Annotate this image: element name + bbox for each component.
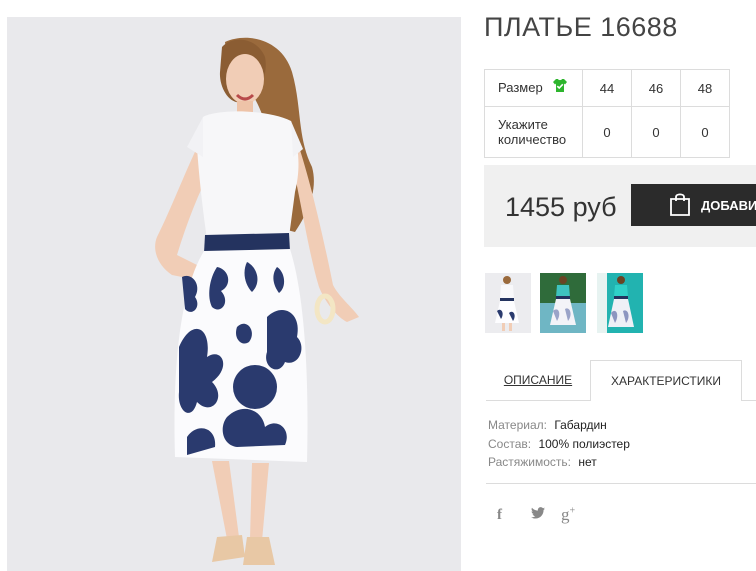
quantity-label: Укажите количество: [484, 106, 583, 158]
quantity-input-48[interactable]: 0: [680, 106, 730, 158]
dress-model-illustration: [7, 17, 461, 571]
tab-divider: [486, 400, 590, 401]
characteristic-row: Растяжимость: нет: [488, 453, 630, 472]
shopping-bag-icon: [669, 192, 691, 219]
product-title: ПЛАТЬЕ 16688: [484, 12, 678, 42]
tab-description[interactable]: ОПИСАНИЕ: [486, 361, 590, 399]
characteristic-key: Состав:: [488, 436, 532, 451]
characteristic-key: Материал:: [488, 418, 547, 432]
characteristic-value: Габардин: [554, 418, 607, 432]
shirt-check-icon[interactable]: [552, 78, 568, 96]
characteristics-list: Материал: Габардин Состав: 100% полиэсте…: [488, 416, 630, 472]
size-46: 46: [631, 69, 681, 107]
tab-divider: [742, 400, 756, 401]
facebook-icon[interactable]: f: [497, 507, 513, 524]
thumbnail-3[interactable]: [597, 273, 643, 333]
thumbnail-2[interactable]: [540, 273, 586, 333]
characteristic-row: Состав: 100% полиэстер: [488, 435, 630, 454]
google-plus-icon[interactable]: g+: [561, 505, 575, 525]
size-44: 44: [582, 69, 632, 107]
characteristic-row: Материал: Габардин: [488, 416, 630, 435]
add-to-cart-button[interactable]: ДОБАВИТЬ: [631, 184, 756, 226]
divider: [486, 483, 756, 484]
price: 1455 руб: [505, 192, 617, 222]
google-plus-letter: g: [561, 505, 570, 524]
quantity-input-44[interactable]: 0: [582, 106, 632, 158]
price-box: 1455 руб ДОБАВИТЬ: [484, 165, 756, 247]
size-quantity-table: Размер 44 46 48 Укажите количество 0 0 0: [484, 69, 730, 158]
social-share: f g+: [497, 505, 575, 525]
size-label-cell: Размер: [484, 69, 583, 107]
size-row: Размер 44 46 48: [484, 69, 730, 107]
quantity-row: Укажите количество 0 0 0: [484, 106, 730, 158]
main-product-image[interactable]: [7, 17, 461, 571]
add-to-cart-label: ДОБАВИТЬ: [701, 197, 756, 213]
characteristic-value: 100% полиэстер: [538, 436, 630, 451]
characteristic-key: Растяжимость:: [488, 455, 572, 469]
tab-characteristics[interactable]: ХАРАКТЕРИСТИКИ: [590, 360, 742, 401]
thumbnail-1[interactable]: [485, 273, 531, 333]
size-48: 48: [680, 69, 730, 107]
twitter-icon[interactable]: [531, 506, 545, 524]
size-label: Размер: [498, 79, 543, 95]
characteristic-value: нет: [578, 455, 597, 469]
quantity-input-46[interactable]: 0: [631, 106, 681, 158]
google-plus-sup: +: [569, 505, 576, 517]
